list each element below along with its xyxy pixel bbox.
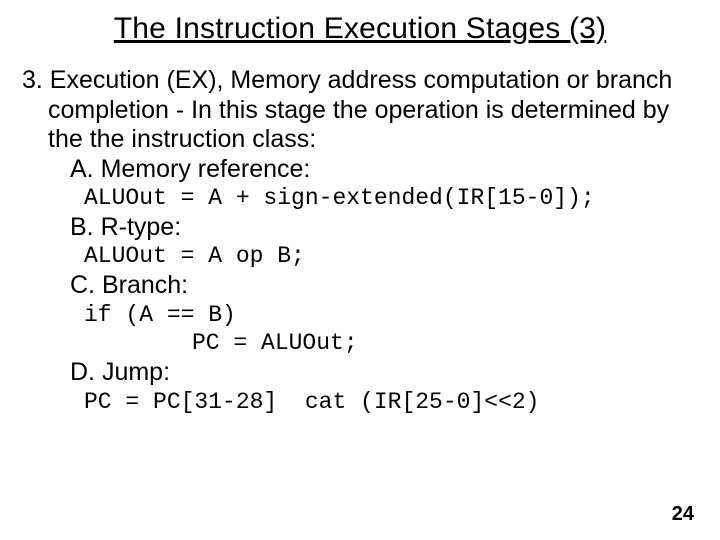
item-b-code: ALUOut = A op B; bbox=[22, 242, 698, 271]
item-c-code: if (A == B) PC = ALUOut; bbox=[22, 301, 698, 359]
slide-body: 3. Execution (EX), Memory address comput… bbox=[22, 66, 698, 416]
item-c-code-line1: if (A == B) bbox=[84, 302, 236, 328]
item-a-label: A. Memory reference: bbox=[22, 155, 698, 185]
item-a-code: ALUOut = A + sign-extended(IR[15-0]); bbox=[22, 184, 698, 213]
item-d-label: D. Jump: bbox=[22, 358, 698, 388]
page-number: 24 bbox=[672, 503, 694, 526]
slide: The Instruction Execution Stages (3) 3. … bbox=[0, 0, 720, 540]
item-c-label: C. Branch: bbox=[22, 271, 698, 301]
intro-paragraph: 3. Execution (EX), Memory address comput… bbox=[22, 66, 698, 155]
item-d-code: PC = PC[31-28] cat (IR[25-0]<<2) bbox=[22, 388, 698, 417]
item-c-code-line2: PC = ALUOut; bbox=[84, 329, 698, 358]
slide-title: The Instruction Execution Stages (3) bbox=[0, 12, 720, 46]
item-b-label: B. R-type: bbox=[22, 213, 698, 243]
